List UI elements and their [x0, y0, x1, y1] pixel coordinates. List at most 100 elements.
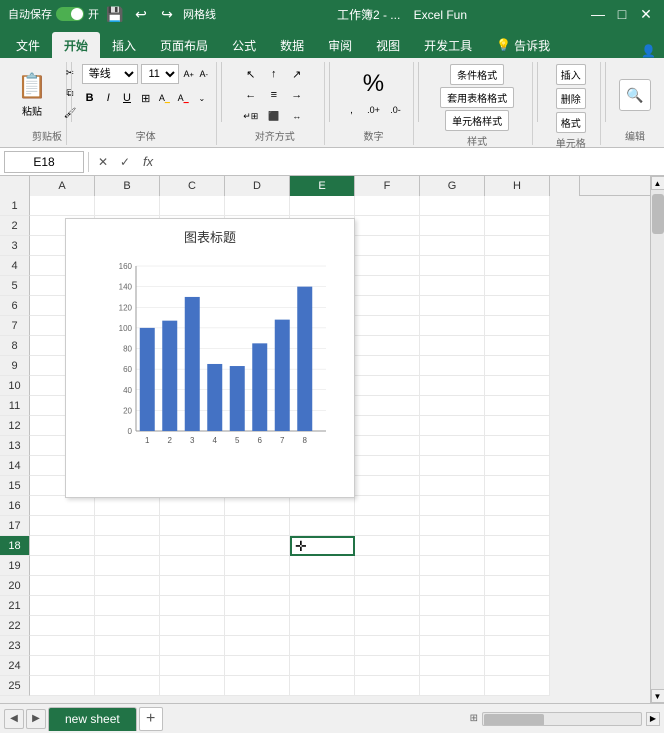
grid-cell[interactable]	[420, 416, 485, 436]
font-name-select[interactable]: 等线	[82, 64, 139, 84]
paste-button[interactable]: 📋 粘贴	[10, 67, 54, 123]
grid-cell[interactable]	[355, 236, 420, 256]
underline-button[interactable]: U	[119, 88, 135, 108]
tab-view[interactable]: 视图	[364, 32, 412, 58]
col-header-d[interactable]: D	[225, 176, 290, 196]
grid-cell[interactable]	[485, 636, 550, 656]
grid-cell[interactable]	[160, 496, 225, 516]
chart-container[interactable]: 图表标题02040608010012014016012345678	[65, 218, 355, 498]
grid-cell[interactable]	[30, 676, 95, 696]
grid-cell[interactable]	[160, 636, 225, 656]
grid-cell[interactable]	[290, 496, 355, 516]
grid-cell[interactable]	[225, 616, 290, 636]
grid-cell[interactable]	[225, 656, 290, 676]
grid-cell[interactable]	[485, 476, 550, 496]
row-header-23[interactable]: 23	[0, 636, 30, 656]
comma-btn[interactable]: ,	[341, 100, 361, 120]
grid-cell[interactable]	[290, 676, 355, 696]
grid-cell[interactable]	[95, 616, 160, 636]
col-header-a[interactable]: A	[30, 176, 95, 196]
grid-cell[interactable]	[355, 336, 420, 356]
grid-cell[interactable]	[160, 616, 225, 636]
row-header-24[interactable]: 24	[0, 656, 30, 676]
scroll-track[interactable]	[651, 190, 664, 689]
grid-cell[interactable]	[420, 636, 485, 656]
more-font-btn[interactable]: ⌄	[194, 88, 210, 108]
grid-cell[interactable]	[355, 576, 420, 596]
grid-cell[interactable]	[420, 396, 485, 416]
col-header-e[interactable]: E	[290, 176, 355, 196]
row-header-2[interactable]: 2	[0, 216, 30, 236]
tab-insert[interactable]: 插入	[100, 32, 148, 58]
grid-cell[interactable]	[355, 416, 420, 436]
grid-cell[interactable]	[290, 196, 355, 216]
grid-cell[interactable]	[290, 636, 355, 656]
grid-cell[interactable]	[355, 616, 420, 636]
grid-cell[interactable]	[420, 656, 485, 676]
tab-data[interactable]: 数据	[268, 32, 316, 58]
row-header-1[interactable]: 1	[0, 196, 30, 216]
tab-developer[interactable]: 开发工具	[412, 32, 484, 58]
cell-style-btn[interactable]: 单元格样式	[445, 110, 509, 131]
indent-btn[interactable]: ↔	[287, 106, 307, 126]
grid-cell[interactable]	[95, 496, 160, 516]
grid-cell[interactable]	[355, 676, 420, 696]
tab-home[interactable]: 开始	[52, 32, 100, 58]
grid-cell[interactable]	[355, 256, 420, 276]
grid-cell[interactable]	[355, 316, 420, 336]
search-button[interactable]: 🔍	[619, 79, 651, 111]
grid-cell[interactable]	[420, 516, 485, 536]
grid-cell[interactable]	[420, 496, 485, 516]
align-top-center-btn[interactable]: ↑	[264, 64, 284, 84]
grid-cell[interactable]	[30, 556, 95, 576]
row-header-13[interactable]: 13	[0, 436, 30, 456]
row-header-10[interactable]: 10	[0, 376, 30, 396]
row-header-16[interactable]: 16	[0, 496, 30, 516]
redo-btn[interactable]: ↪	[157, 4, 177, 24]
grid-cell[interactable]	[160, 196, 225, 216]
add-sheet-button[interactable]: +	[139, 707, 163, 731]
col-header-f[interactable]: F	[355, 176, 420, 196]
grid-cell[interactable]	[420, 256, 485, 276]
sheet-tab-new[interactable]: new sheet	[48, 707, 137, 731]
inc-decimal-btn[interactable]: .0+	[363, 100, 383, 120]
scroll-thumb[interactable]	[652, 194, 664, 234]
grid-cell[interactable]	[355, 436, 420, 456]
grid-cell[interactable]	[160, 516, 225, 536]
grid-cell[interactable]	[30, 496, 95, 516]
bold-button[interactable]: B	[82, 88, 98, 108]
grid-cell[interactable]	[420, 616, 485, 636]
grid-cell[interactable]	[160, 676, 225, 696]
grid-cell[interactable]	[420, 276, 485, 296]
grid-cell[interactable]	[485, 616, 550, 636]
grid-cell[interactable]	[30, 636, 95, 656]
tab-formulas[interactable]: 公式	[220, 32, 268, 58]
insert-btn[interactable]: 插入	[556, 64, 586, 85]
grid-cell[interactable]	[95, 636, 160, 656]
grid-cell[interactable]	[485, 256, 550, 276]
grid-cell[interactable]	[485, 656, 550, 676]
grid-cell[interactable]	[485, 456, 550, 476]
font-size-select[interactable]: 11	[141, 64, 179, 84]
row-header-9[interactable]: 9	[0, 356, 30, 376]
decrease-font-btn[interactable]: A-	[198, 64, 210, 84]
grid-cell[interactable]	[420, 216, 485, 236]
grid-cell[interactable]	[95, 656, 160, 676]
grid-cell[interactable]	[485, 336, 550, 356]
grid-cell[interactable]	[485, 556, 550, 576]
grid-cell[interactable]	[485, 356, 550, 376]
grid-cell[interactable]	[290, 656, 355, 676]
row-header-18[interactable]: 18	[0, 536, 30, 556]
formula-cancel-btn[interactable]: ✕	[93, 152, 113, 172]
grid-cell[interactable]	[95, 536, 160, 556]
tab-tell-me[interactable]: 💡 告诉我	[484, 32, 562, 58]
grid-cell[interactable]	[420, 316, 485, 336]
grid-cell[interactable]	[485, 436, 550, 456]
grid-cell[interactable]	[225, 556, 290, 576]
italic-button[interactable]: I	[100, 88, 116, 108]
grid-cell[interactable]	[290, 556, 355, 576]
close-btn[interactable]: ✕	[636, 4, 656, 24]
percent-icon[interactable]: %	[363, 70, 384, 98]
minimize-btn[interactable]: —	[588, 4, 608, 24]
grid-cell[interactable]	[95, 516, 160, 536]
